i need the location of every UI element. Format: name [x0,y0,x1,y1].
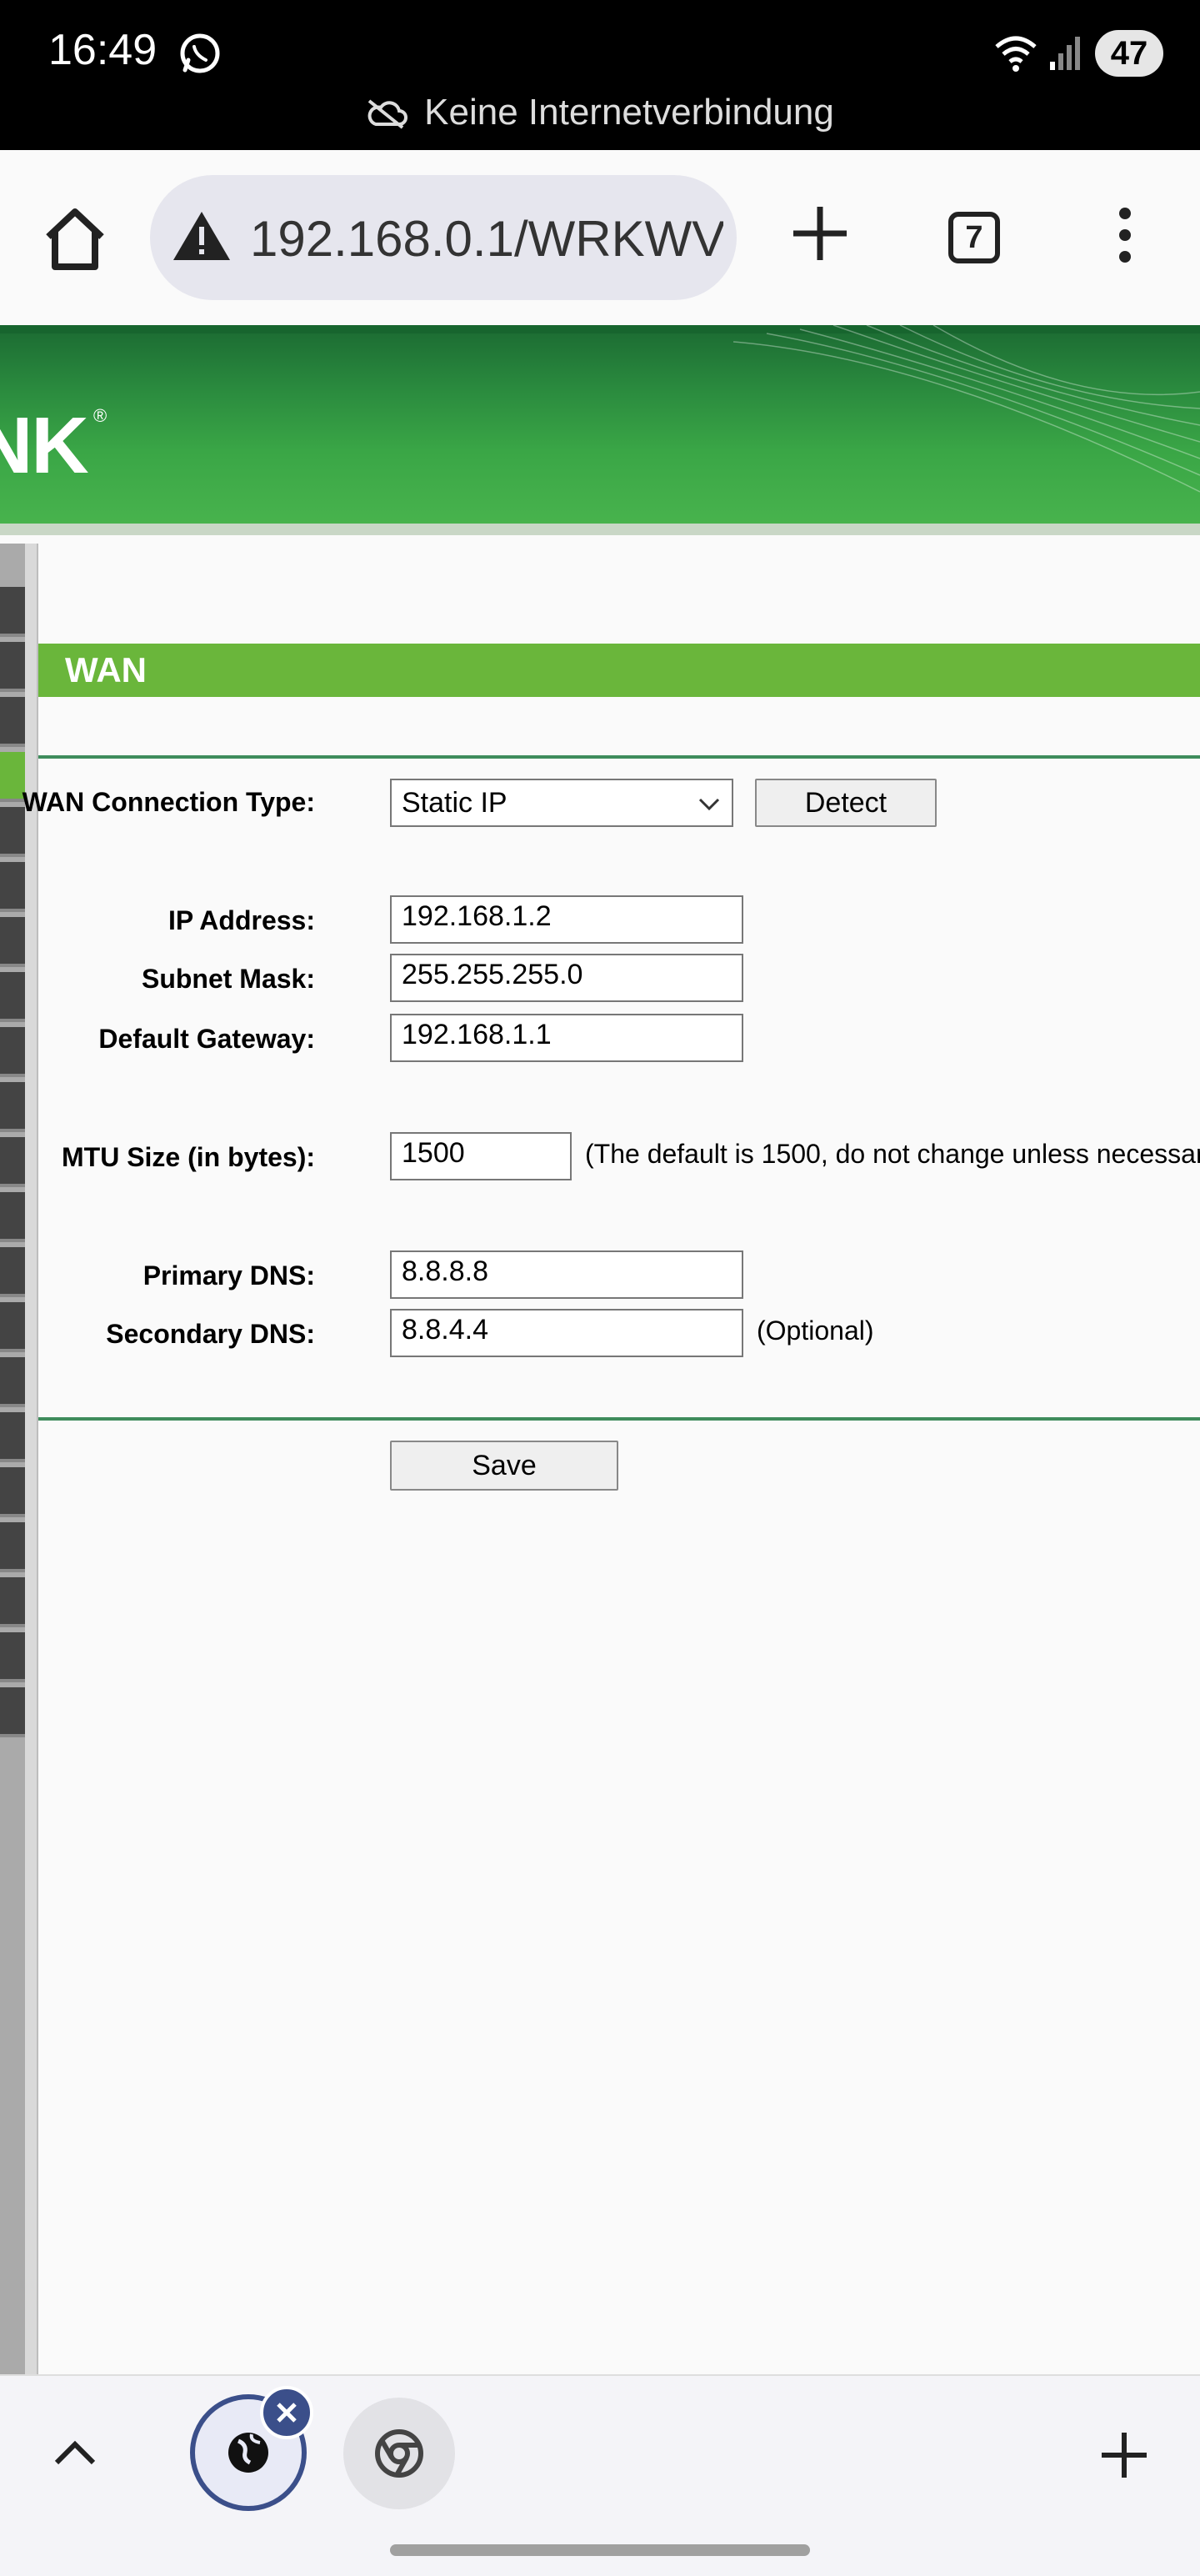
secondary-dns-hint: (Optional) [757,1316,874,1346]
frame-divider [25,544,38,2378]
chevron-up-icon[interactable] [53,2438,97,2468]
status-bar: 16:49 47 Keine Internetverbindung [0,0,1200,150]
divider [38,755,1200,759]
mtu-input[interactable]: 1500 [390,1132,572,1180]
mtu-label: MTU Size (in bytes): [61,1142,315,1172]
divider [38,1417,1200,1421]
router-banner: NK ® [0,325,1200,535]
menu-item[interactable] [0,1412,25,1462]
menu-item[interactable] [0,1632,25,1682]
chrome-icon [375,2429,423,2478]
ip-address-label: IP Address: [168,905,315,935]
cloud-off-icon [368,99,408,129]
warning-icon[interactable] [172,208,232,263]
battery-indicator: 47 [1095,30,1163,77]
status-time: 16:49 [48,26,158,74]
wan-type-label-text: WAN Connection Type: [22,787,315,817]
address-bar[interactable]: 192.168.0.1/WRKWVQ [150,175,737,300]
close-icon [277,2403,297,2423]
network-status: Keine Internetverbindung [0,92,1200,133]
detect-button[interactable]: Detect [755,779,937,827]
section-title: WAN [65,650,147,689]
menu-item[interactable] [0,1082,25,1132]
close-tab-button[interactable] [260,2386,313,2439]
menu-item[interactable] [0,1357,25,1407]
wifi-icon [995,36,1037,72]
menu-item[interactable] [0,587,25,637]
secondary-dns-input[interactable]: 8.8.4.4 [390,1309,743,1357]
chrome-tab[interactable] [343,2398,455,2509]
registered-mark: ® [93,405,108,426]
save-button[interactable]: Save [390,1441,618,1491]
menu-item[interactable] [0,1467,25,1517]
url-text[interactable]: 192.168.0.1/WRKWVQ [250,210,723,268]
ip-address-input[interactable]: 192.168.1.2 [390,895,743,944]
menu-item[interactable] [0,1687,25,1737]
primary-dns-input[interactable]: 8.8.8.8 [390,1250,743,1299]
menu-item[interactable] [0,1192,25,1242]
left-menu [0,544,25,2378]
tab-switcher-button[interactable]: 7 [948,212,1000,263]
brand-logo: NK [0,401,89,490]
signal-icon [1050,37,1080,70]
banner-bottom-stripe [0,524,1200,535]
subnet-mask-input[interactable]: 255.255.255.0 [390,954,743,1002]
menu-item[interactable] [0,697,25,747]
wan-type-select[interactable]: Static IP [390,779,733,827]
new-tab-icon[interactable] [787,200,853,267]
menu-item[interactable] [0,1577,25,1627]
menu-item[interactable] [0,642,25,692]
network-status-text: Keine Internetverbindung [424,92,834,133]
mtu-hint: (The default is 1500, do not change unle… [585,1139,1200,1169]
menu-item[interactable] [0,862,25,912]
secondary-dns-label: Secondary DNS: [106,1319,315,1349]
add-tab-icon[interactable] [1098,2429,1150,2481]
section-header: WAN [38,644,1200,697]
default-gateway-input[interactable]: 192.168.1.1 [390,1014,743,1062]
chevron-down-icon [698,798,720,811]
menu-item[interactable] [0,1522,25,1572]
globe-icon [228,2433,268,2473]
more-menu-icon[interactable] [1108,205,1142,265]
subnet-mask-label: Subnet Mask: [141,964,315,994]
banner-decoration [733,325,1200,493]
primary-dns-label: Primary DNS: [142,1260,315,1291]
default-gateway-label: Default Gateway: [98,1024,315,1054]
wan-type-label: WAN Connection Type: [0,787,315,818]
home-icon[interactable] [38,202,112,275]
wan-type-selected: Static IP [402,787,508,819]
whatsapp-icon [180,33,220,73]
home-indicator[interactable] [390,2544,810,2556]
